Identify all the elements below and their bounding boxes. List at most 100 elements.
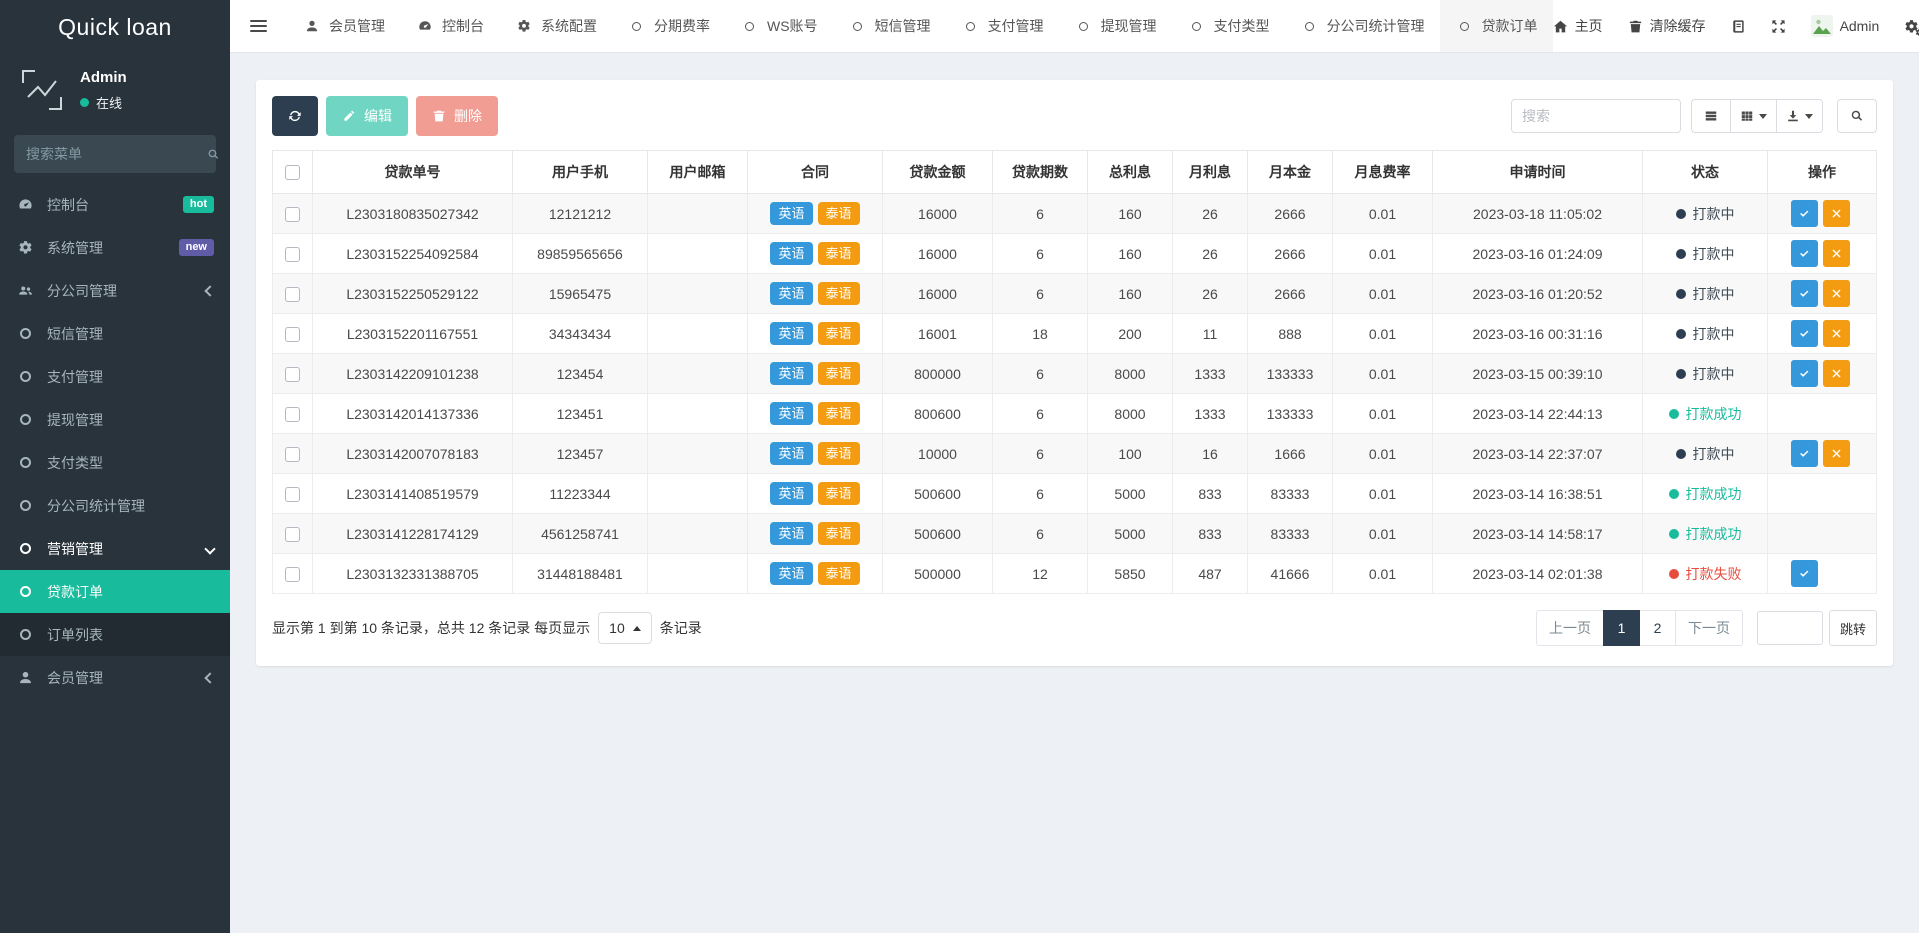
nav-tab[interactable]: 系统配置 [499,0,612,52]
page-jump-button[interactable]: 跳转 [1829,610,1877,646]
sidebar-item[interactable]: 营销管理 [0,527,230,570]
edit-button[interactable]: 编辑 [326,96,408,136]
nav-tab[interactable]: 支付管理 [946,0,1059,52]
clear-cache-link[interactable]: 清除缓存 [1628,16,1706,36]
column-header[interactable]: 用户手机 [513,151,648,194]
fullscreen-button[interactable] [1771,19,1786,34]
home-link[interactable]: 主页 [1553,16,1603,36]
row-checkbox[interactable] [285,367,300,382]
column-header[interactable]: 贷款单号 [313,151,513,194]
contract-badge-thai[interactable]: 泰语 [818,522,860,545]
contract-badge-english[interactable]: 英语 [770,522,812,545]
row-checkbox[interactable] [285,527,300,542]
approve-button[interactable] [1791,320,1818,347]
page-size-dropdown[interactable]: 10 [598,612,652,644]
column-header[interactable]: 合同 [748,151,883,194]
columns-dropdown-button[interactable] [1730,99,1777,133]
pagination-next[interactable]: 下一页 [1675,610,1743,646]
approve-button[interactable] [1791,280,1818,307]
nav-tab[interactable]: 分期费率 [612,0,725,52]
approve-button[interactable] [1791,360,1818,387]
sidebar-item[interactable]: 控制台 hot [0,183,230,226]
nav-tab[interactable]: 支付类型 [1172,0,1285,52]
reject-button[interactable] [1823,280,1850,307]
row-checkbox[interactable] [285,407,300,422]
select-all-header[interactable] [273,151,313,194]
column-header[interactable]: 申请时间 [1433,151,1643,194]
hamburger-menu-icon[interactable] [230,0,287,52]
nav-tab[interactable]: 短信管理 [833,0,946,52]
sidebar-search-input[interactable] [26,146,207,162]
sidebar-item[interactable]: 会员管理 [0,656,230,699]
sidebar-item[interactable]: 订单列表 [0,613,230,656]
reject-button[interactable] [1823,440,1850,467]
admin-account[interactable]: Admin [1811,15,1880,37]
reject-button[interactable] [1823,360,1850,387]
approve-button[interactable] [1791,240,1818,267]
row-checkbox[interactable] [285,447,300,462]
contract-badge-thai[interactable]: 泰语 [818,322,860,345]
sidebar-item[interactable]: 短信管理 [0,312,230,355]
reject-button[interactable] [1823,200,1850,227]
column-header[interactable]: 操作 [1768,151,1877,194]
contract-badge-thai[interactable]: 泰语 [818,562,860,585]
contract-badge-english[interactable]: 英语 [770,282,812,305]
approve-button[interactable] [1791,440,1818,467]
contract-badge-thai[interactable]: 泰语 [818,442,860,465]
approve-button[interactable] [1791,200,1818,227]
nav-tab[interactable]: WS账号 [725,0,833,52]
contract-badge-english[interactable]: 英语 [770,442,812,465]
contract-badge-thai[interactable]: 泰语 [818,282,860,305]
select-all-checkbox[interactable] [285,165,300,180]
sidebar-item[interactable]: 分公司管理 [0,269,230,312]
sidebar-item[interactable]: 支付管理 [0,355,230,398]
refresh-button[interactable] [272,96,318,136]
nav-tab[interactable]: 会员管理 [287,0,400,52]
column-header[interactable]: 月息费率 [1333,151,1433,194]
contract-badge-thai[interactable]: 泰语 [818,482,860,505]
column-header[interactable]: 贷款金额 [883,151,993,194]
sidebar-item[interactable]: 支付类型 [0,441,230,484]
export-dropdown-button[interactable] [1776,99,1823,133]
nav-tab[interactable]: 控制台 [400,0,499,52]
advanced-search-button[interactable] [1837,99,1877,133]
docs-button[interactable] [1731,19,1746,34]
table-search-input[interactable] [1511,99,1681,133]
row-checkbox[interactable] [285,247,300,262]
sidebar-item[interactable]: 分公司统计管理 [0,484,230,527]
nav-tab[interactable]: 贷款订单 [1440,0,1553,52]
contract-badge-thai[interactable]: 泰语 [818,242,860,265]
row-checkbox[interactable] [285,207,300,222]
settings-button[interactable] [1904,19,1919,34]
row-checkbox[interactable] [285,287,300,302]
approve-button[interactable] [1791,560,1818,587]
contract-badge-english[interactable]: 英语 [770,202,812,225]
reject-button[interactable] [1823,320,1850,347]
column-header[interactable]: 总利息 [1088,151,1173,194]
sidebar-item[interactable]: 提现管理 [0,398,230,441]
contract-badge-thai[interactable]: 泰语 [818,202,860,225]
column-header[interactable]: 状态 [1643,151,1768,194]
contract-badge-english[interactable]: 英语 [770,242,812,265]
row-checkbox[interactable] [285,567,300,582]
pagination-page[interactable]: 2 [1639,610,1676,646]
row-checkbox[interactable] [285,327,300,342]
nav-tab[interactable]: 分公司统计管理 [1285,0,1440,52]
contract-badge-english[interactable]: 英语 [770,562,812,585]
delete-button[interactable]: 删除 [416,96,498,136]
pagination-prev[interactable]: 上一页 [1536,610,1604,646]
row-checkbox[interactable] [285,487,300,502]
search-icon[interactable] [207,148,220,161]
reject-button[interactable] [1823,240,1850,267]
pagination-page[interactable]: 1 [1603,610,1640,646]
column-header[interactable]: 贷款期数 [993,151,1088,194]
sidebar-item[interactable]: 贷款订单 [0,570,230,613]
contract-badge-thai[interactable]: 泰语 [818,362,860,385]
column-header[interactable]: 月利息 [1173,151,1248,194]
contract-badge-english[interactable]: 英语 [770,362,812,385]
nav-tab[interactable]: 提现管理 [1059,0,1172,52]
toggle-view-button[interactable] [1691,99,1731,133]
column-header[interactable]: 用户邮箱 [648,151,748,194]
column-header[interactable]: 月本金 [1248,151,1333,194]
contract-badge-thai[interactable]: 泰语 [818,402,860,425]
